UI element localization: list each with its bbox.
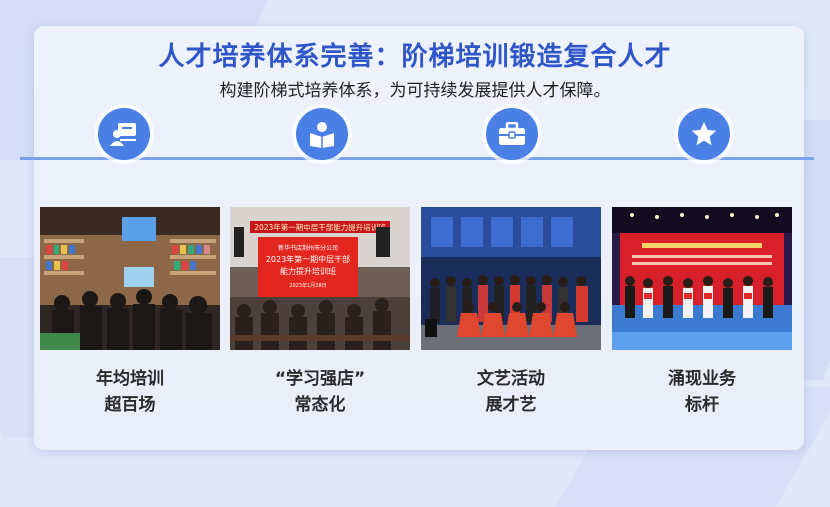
photo-screen-line1: 新华书店荆州市分公司 [278,244,338,252]
photo-cadre-training: 2023年第一期中层干部能力提升培训班 新华书店荆州市分公司 2023年第一期中… [230,207,410,350]
page-subtitle: 构建阶梯式培养体系，为可持续发展提供人才保障。 [219,81,611,101]
photo-screen-line3: 能力提升培训班 [280,266,336,276]
reading-book-icon [296,108,348,160]
photo-screen-date: 2023年1月28日 [289,282,326,289]
card-caption: 年均培训 超百场 [40,366,220,418]
briefcase-icon [486,108,538,160]
photo-banner-text: 2023年第一期中层干部能力提升培训班 [254,222,386,232]
card-caption: 涌现业务 标杆 [612,366,792,418]
caption-line: 展才艺 [485,395,537,415]
photo-screen-line2: 2023年第一期中层干部 [266,254,350,264]
caption-line: 涌现业务 [668,369,736,389]
photo-award-ceremony [612,207,792,350]
caption-line: 标杆 [685,395,719,415]
photo-bookstore-training [40,207,220,350]
star-icon [678,108,730,160]
card-caption: 文艺活动 展才艺 [421,366,601,418]
caption-line: 超百场 [104,395,156,415]
caption-line: 常态化 [294,395,346,415]
photo-art-performance [421,207,601,350]
caption-line: 文艺活动 [477,369,545,389]
teacher-board-icon [98,108,150,160]
page-title: 人才培养体系完善：阶梯培训锻造复合人才 [158,42,672,72]
card-caption: “学习强店” 常态化 [230,366,410,418]
caption-line: 年均培训 [96,369,164,389]
caption-line: “学习强店” [274,369,366,389]
